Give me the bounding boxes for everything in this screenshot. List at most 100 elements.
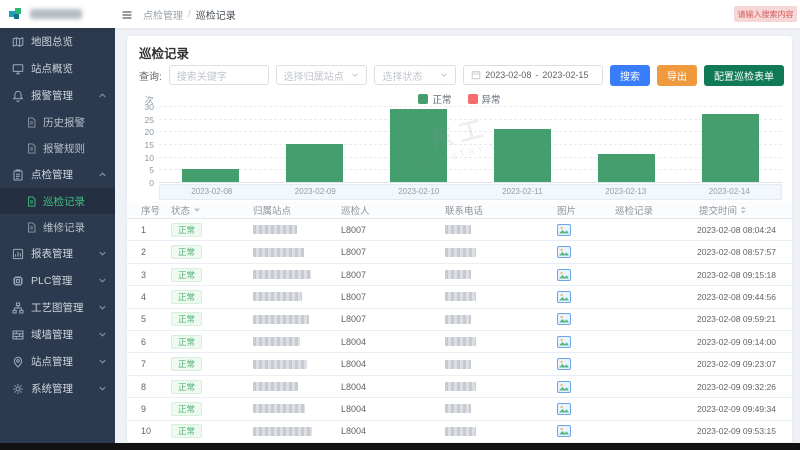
cell-time: 2023-02-09 09:32:26 [689, 376, 792, 397]
sidebar-menu: 地图总览站点概览报警管理历史报警报警规则点检管理巡检记录维修记录报表管理 PLC管… [0, 28, 115, 402]
legend-swatch [418, 94, 428, 104]
image-thumbnail-icon[interactable] [557, 403, 572, 415]
cell-phone [435, 264, 547, 285]
cell-status: 正常 [161, 309, 243, 330]
cell-status: 正常 [161, 421, 243, 442]
cell-phone [435, 309, 547, 330]
gridline: 0 [159, 182, 782, 183]
sidebar-item-report[interactable]: 报表管理 [0, 240, 115, 267]
keyword-input[interactable]: 搜索关键字 [169, 65, 269, 85]
sidebar-item-gear[interactable]: 系统管理 [0, 375, 115, 402]
date-separator: - [535, 70, 538, 80]
global-search-input[interactable]: 请输入搜索内容 [734, 6, 797, 22]
column-header-4: 联系电话 [435, 202, 547, 218]
status-badge: 正常 [171, 402, 202, 416]
sidebar-item-clipboard[interactable]: 点检管理 [0, 161, 115, 188]
cell-phone [435, 421, 547, 442]
table-row: 5正常L80072023-02-08 09:59:21 [127, 309, 792, 331]
date-range-picker[interactable]: 2023-02-08 - 2023-02-15 [463, 65, 603, 85]
x-axis-label: 2023-02-09 [295, 185, 336, 199]
cell-inspector: L8007 [331, 241, 435, 262]
wall-icon [12, 329, 24, 341]
cell-inspector: L8007 [331, 219, 435, 240]
site-select[interactable]: 选择归属站点 [276, 65, 368, 85]
image-thumbnail-icon[interactable] [557, 291, 572, 303]
legend-item[interactable]: 异常 [468, 92, 501, 106]
cell-status: 正常 [161, 241, 243, 262]
status-badge: 正常 [171, 312, 202, 326]
cell-time: 2023-02-08 09:59:21 [689, 309, 792, 330]
sidebar-subitem[interactable]: 巡检记录 [0, 188, 115, 214]
date-start: 2023-02-08 [485, 70, 531, 80]
cell-image [547, 421, 605, 442]
bar-2023-02-10 [390, 109, 447, 182]
sidebar-item-label: 地图总览 [31, 34, 73, 49]
table-row: 3正常L80072023-02-08 09:15:18 [127, 264, 792, 286]
breadcrumb-item-current: 巡检记录 [196, 7, 236, 22]
image-thumbnail-icon[interactable] [557, 358, 572, 370]
sidebar-item-flow[interactable]: 工艺图管理 [0, 294, 115, 321]
inspection-table: 序号状态归属站点巡检人联系电话图片巡检记录提交时间 1正常L80072023-0… [127, 202, 792, 443]
chip-icon [12, 275, 24, 287]
y-axis-tick: 0 [149, 178, 159, 188]
cell-no: 3 [127, 264, 161, 285]
topbar: 点检管理 / 巡检记录 请输入搜索内容 [0, 0, 800, 28]
page-title: 巡检记录 [139, 43, 189, 62]
cell-phone [435, 353, 547, 374]
gridline: 30 [159, 106, 782, 107]
sidebar-item-label: PLC管理 [31, 273, 72, 288]
status-badge: 正常 [171, 223, 202, 237]
cell-time: 2023-02-08 08:04:24 [689, 219, 792, 240]
sidebar-subitem-label: 报警规则 [43, 141, 85, 156]
sidebar-item-pin[interactable]: 站点管理 [0, 348, 115, 375]
doc-icon [26, 222, 37, 233]
sidebar-item-bell[interactable]: 报警管理 [0, 82, 115, 109]
image-thumbnail-icon[interactable] [557, 269, 572, 281]
x-axis-label: 2023-02-11 [502, 185, 542, 199]
column-header-6: 巡检记录 [605, 202, 689, 218]
sidebar-item-wall[interactable]: 域墙管理 [0, 321, 115, 348]
map-icon [12, 36, 24, 48]
cell-status: 正常 [161, 398, 243, 419]
breadcrumb-separator: / [188, 9, 191, 20]
cell-time: 2023-02-09 09:49:34 [689, 398, 792, 419]
cell-phone [435, 219, 547, 240]
legend-item[interactable]: 正常 [418, 92, 451, 106]
sidebar-item-label: 工艺图管理 [31, 300, 84, 315]
column-header-1[interactable]: 状态 [161, 202, 243, 218]
sidebar-subitem[interactable]: 报警规则 [0, 135, 115, 161]
cell-time: 2023-02-08 09:44:56 [689, 286, 792, 307]
logo-name-redacted [30, 9, 82, 19]
cell-no: 1 [127, 219, 161, 240]
gear-icon [12, 383, 24, 395]
image-thumbnail-icon[interactable] [557, 425, 572, 437]
sidebar-subitem[interactable]: 维修记录 [0, 214, 115, 240]
sidebar-item-map[interactable]: 地图总览 [0, 28, 115, 55]
redacted-site [253, 270, 311, 279]
config-inspection-form-button[interactable]: 配置巡检表单 [704, 65, 784, 86]
image-thumbnail-icon[interactable] [557, 224, 572, 236]
export-button[interactable]: 导出 [657, 65, 697, 86]
cell-site [243, 241, 331, 262]
chart-datazoom[interactable]: 2023-02-082023-02-092023-02-102023-02-11… [159, 184, 782, 200]
column-header-2: 归属站点 [243, 202, 331, 218]
breadcrumb-item[interactable]: 点检管理 [143, 7, 183, 22]
cell-record [605, 264, 689, 285]
sidebar-subitem[interactable]: 历史报警 [0, 109, 115, 135]
search-button[interactable]: 搜索 [610, 65, 650, 86]
hamburger-icon[interactable] [121, 8, 133, 20]
column-header-7[interactable]: 提交时间 [689, 202, 792, 218]
image-thumbnail-icon[interactable] [557, 246, 572, 258]
image-thumbnail-icon[interactable] [557, 381, 572, 393]
cell-status: 正常 [161, 264, 243, 285]
bar-2023-02-13 [598, 154, 655, 182]
sidebar-item-overview[interactable]: 站点概览 [0, 55, 115, 82]
sidebar-item-chip[interactable]: PLC管理 [0, 267, 115, 294]
status-select[interactable]: 选择状态 [374, 65, 456, 85]
flow-icon [12, 302, 24, 314]
sidebar-subitem-label: 巡检记录 [43, 194, 85, 209]
image-thumbnail-icon[interactable] [557, 336, 572, 348]
y-axis-tick: 10 [145, 153, 159, 163]
image-thumbnail-icon[interactable] [557, 313, 572, 325]
sidebar: 地图总览站点概览报警管理历史报警报警规则点检管理巡检记录维修记录报表管理 PLC管… [0, 28, 115, 443]
